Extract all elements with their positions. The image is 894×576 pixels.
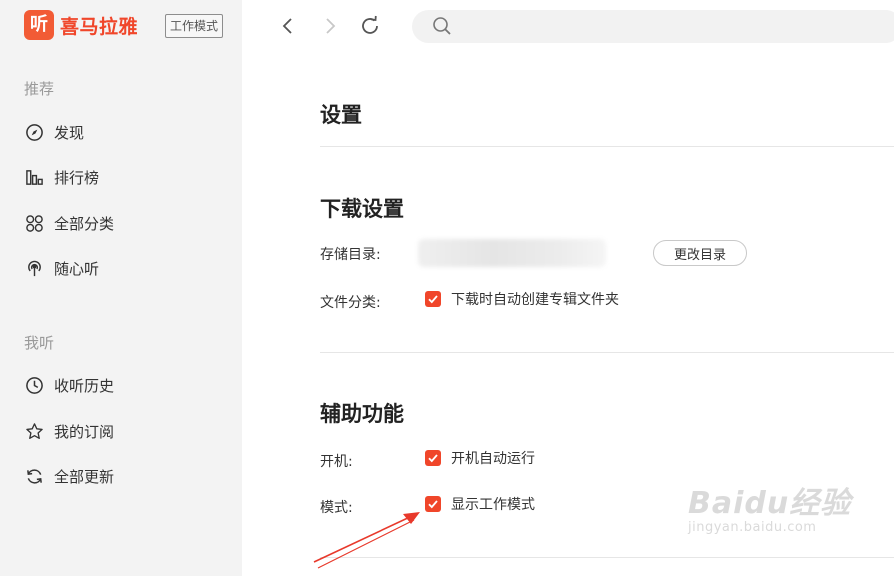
sidebar-item-label: 排行榜 (54, 168, 100, 187)
reload-button[interactable] (356, 12, 384, 40)
sidebar-item-subscriptions[interactable]: 我的订阅 (24, 419, 114, 443)
clock-icon (24, 375, 44, 395)
auto-start-label: 开机自动运行 (451, 451, 535, 467)
search-input[interactable] (462, 16, 866, 38)
mode-label: 模式: (320, 500, 353, 516)
sidebar-item-label: 随心听 (54, 259, 100, 278)
logo-text: 喜马拉雅 (60, 15, 139, 38)
auto-start-option[interactable]: 开机自动运行 (425, 448, 535, 468)
sidebar-item-discover[interactable]: 发现 (24, 120, 84, 144)
grid-icon (24, 213, 44, 233)
storage-dir-label: 存储目录: (320, 247, 381, 263)
storage-dir-path-redacted (418, 239, 606, 267)
show-work-mode-label: 显示工作模式 (451, 497, 535, 513)
download-settings-heading: 下载设置 (320, 197, 404, 221)
sidebar-item-label: 收听历史 (54, 376, 115, 395)
auto-start-checkbox[interactable] (425, 450, 441, 466)
forward-button[interactable] (316, 12, 344, 40)
bar-chart-icon (24, 167, 44, 187)
chevron-left-icon (282, 18, 292, 34)
auto-album-folder-label: 下载时自动创建专辑文件夹 (451, 292, 619, 308)
change-dir-button[interactable]: 更改目录 (653, 240, 747, 266)
section-title-mine: 我听 (24, 334, 55, 352)
sidebar-item-label: 发现 (54, 123, 85, 142)
checkmark-icon (428, 454, 438, 463)
divider (320, 146, 894, 147)
sidebar-item-updates[interactable]: 全部更新 (24, 464, 114, 488)
refresh-icon (24, 466, 44, 486)
baidu-watermark: Baidu经验 jingyan.baidu.com (688, 478, 851, 535)
sidebar-item-categories[interactable]: 全部分类 (24, 211, 114, 235)
chevron-right-icon (326, 18, 336, 34)
divider (320, 352, 894, 353)
page-title: 设置 (320, 103, 362, 127)
divider (320, 557, 894, 558)
sidebar-item-radio[interactable]: 随心听 (24, 256, 99, 280)
app-logo[interactable]: 听 喜马拉雅 (24, 10, 138, 40)
work-mode-badge[interactable]: 工作模式 (165, 14, 224, 38)
radio-icon (24, 258, 44, 278)
search-icon (433, 17, 451, 35)
show-work-mode-checkbox[interactable] (425, 496, 441, 512)
sidebar-item-label: 我的订阅 (54, 422, 115, 441)
sidebar-item-history[interactable]: 收听历史 (24, 373, 114, 397)
watermark-url: jingyan.baidu.com (688, 520, 817, 535)
section-title-recommend: 推荐 (24, 80, 55, 98)
auto-album-folder-checkbox[interactable] (425, 291, 441, 307)
refresh-icon (362, 15, 378, 34)
checkmark-icon (428, 500, 438, 509)
watermark-brand: Baidu经验 (688, 486, 852, 521)
sidebar-item-label: 全部分类 (54, 214, 115, 233)
sidebar-item-label: 全部更新 (54, 467, 115, 486)
sidebar: 听 喜马拉雅 工作模式 推荐 发现 排行榜 全部分类 随心听 我听 收听历史 我… (0, 0, 242, 576)
sidebar-item-ranking[interactable]: 排行榜 (24, 165, 99, 189)
assist-heading: 辅助功能 (320, 402, 404, 426)
logo-icon: 听 (24, 10, 54, 40)
checkmark-icon (428, 295, 438, 304)
compass-icon (24, 122, 44, 142)
boot-label: 开机: (320, 454, 353, 470)
star-icon (24, 421, 44, 441)
file-classify-label: 文件分类: (320, 295, 381, 311)
search-bar[interactable] (412, 10, 894, 43)
back-button[interactable] (274, 12, 302, 40)
show-work-mode-option[interactable]: 显示工作模式 (425, 494, 535, 514)
auto-album-folder-option[interactable]: 下载时自动创建专辑文件夹 (425, 289, 619, 309)
